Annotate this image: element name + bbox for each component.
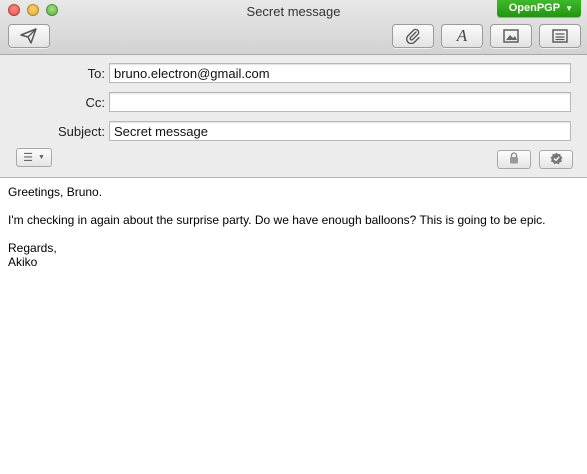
message-headers: To: bruno.electron@gmail.com Cc: Subject… bbox=[0, 55, 587, 178]
paperclip-icon bbox=[405, 28, 421, 44]
greeting-line: Greetings, Bruno. bbox=[8, 185, 103, 199]
sign-toggle-button[interactable] bbox=[539, 150, 573, 169]
message-body[interactable]: Greetings, Bruno. I'm checking in again … bbox=[8, 185, 578, 269]
encrypt-toggle-button[interactable] bbox=[497, 150, 531, 169]
seal-icon bbox=[550, 152, 563, 168]
signoff-block: Regards, Akiko bbox=[8, 241, 578, 269]
attach-button[interactable] bbox=[392, 24, 434, 48]
subject-field[interactable]: Secret message bbox=[109, 121, 571, 141]
format-button[interactable]: A bbox=[441, 24, 483, 48]
to-row: To: bruno.electron@gmail.com bbox=[0, 63, 587, 85]
list-icon: ☰ bbox=[23, 152, 33, 164]
header-options-button[interactable] bbox=[539, 24, 581, 48]
compose-window: Secret message OpenPGP ▼ A To: bruno.ele… bbox=[0, 0, 587, 474]
cc-label: Cc: bbox=[85, 95, 106, 110]
header-fields-menu-button[interactable]: ☰ ▼ bbox=[16, 148, 52, 167]
chevron-down-icon: ▼ bbox=[37, 154, 45, 161]
signoff-line: Regards, bbox=[8, 241, 57, 255]
to-field[interactable]: bruno.electron@gmail.com bbox=[109, 63, 571, 83]
header-options-icon bbox=[552, 29, 568, 43]
title-bar: Secret message OpenPGP ▼ A bbox=[0, 0, 587, 55]
openpgp-menu-button[interactable]: OpenPGP ▼ bbox=[496, 0, 581, 17]
paper-plane-icon bbox=[20, 28, 38, 44]
photo-browser-button[interactable] bbox=[490, 24, 532, 48]
send-button[interactable] bbox=[8, 24, 50, 48]
cc-row: Cc: bbox=[0, 92, 587, 114]
subject-label: Subject: bbox=[58, 124, 105, 139]
font-icon: A bbox=[456, 26, 468, 45]
openpgp-label: OpenPGP bbox=[508, 2, 561, 14]
subject-row: Subject: Secret message bbox=[0, 121, 587, 143]
body-paragraph: I'm checking in again about the surprise… bbox=[8, 213, 546, 227]
to-label: To: bbox=[87, 66, 105, 81]
photo-browser-icon bbox=[503, 29, 519, 43]
lock-icon bbox=[509, 152, 519, 167]
signature-line: Akiko bbox=[8, 255, 38, 269]
chevron-down-icon: ▼ bbox=[565, 4, 573, 13]
cc-field[interactable] bbox=[109, 92, 571, 112]
